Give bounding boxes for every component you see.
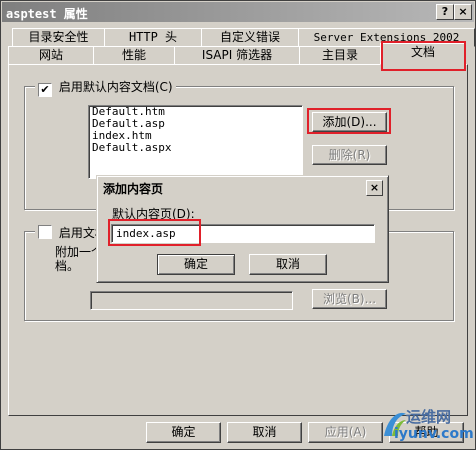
default-page-input[interactable]: index.asp	[111, 224, 375, 243]
watermark-line2: iyunv.com	[394, 426, 474, 442]
footer-path-field	[90, 291, 293, 310]
dialog-field-label: 默认内容页(D):	[112, 207, 195, 221]
tab-custom-errors[interactable]: 自定义错误	[201, 28, 299, 47]
title-bar: asptest 属性 ? ×	[2, 2, 474, 22]
dialog-title: 添加内容页	[103, 182, 164, 196]
tab-website[interactable]: 网站	[8, 46, 94, 65]
close-title-button[interactable]: ×	[454, 4, 472, 20]
watermark-line1: 运维网	[406, 408, 452, 426]
add-content-page-dialog: 添加内容页 × 默认内容页(D): index.asp 确定 取消	[96, 175, 389, 283]
dialog-close-button[interactable]: ×	[366, 180, 383, 196]
default-docs-header: ✔ 启用默认内容文档(C)	[35, 78, 176, 97]
site-watermark: 运维网 iyunv.com	[378, 404, 474, 444]
remove-button[interactable]: 删除(R)	[312, 145, 387, 165]
enable-footer-checkbox[interactable]	[38, 225, 52, 239]
enable-default-label: 启用默认内容文档(C)	[58, 80, 173, 94]
apply-button[interactable]: 应用(A)	[308, 422, 383, 443]
dialog-cancel-button[interactable]: 取消	[249, 254, 327, 275]
tab-performance[interactable]: 性能	[93, 46, 175, 65]
tab-documents[interactable]: 文档	[380, 43, 466, 65]
tab-directory-security[interactable]: 目录安全性	[12, 28, 105, 47]
enable-default-checkbox[interactable]: ✔	[38, 83, 52, 97]
tab-isapi-filters[interactable]: ISAPI 筛选器	[174, 46, 300, 65]
window-title: asptest 属性	[6, 7, 88, 21]
dialog-ok-button[interactable]: 确定	[157, 254, 235, 275]
help-title-button[interactable]: ?	[436, 4, 454, 20]
default-docs-list[interactable]: Default.htm Default.asp index.htm Defaul…	[88, 105, 303, 179]
tab-home-directory[interactable]: 主目录	[299, 46, 381, 65]
ok-button[interactable]: 确定	[146, 422, 221, 443]
browse-button[interactable]: 浏览(B)...	[312, 289, 387, 309]
dialog-title-bar: 添加内容页 ×	[100, 179, 383, 196]
list-item[interactable]: Default.aspx	[89, 142, 302, 154]
add-button[interactable]: 添加(D)...	[312, 112, 387, 132]
cancel-button[interactable]: 取消	[227, 422, 302, 443]
tab-http-headers[interactable]: HTTP 头	[104, 28, 202, 47]
